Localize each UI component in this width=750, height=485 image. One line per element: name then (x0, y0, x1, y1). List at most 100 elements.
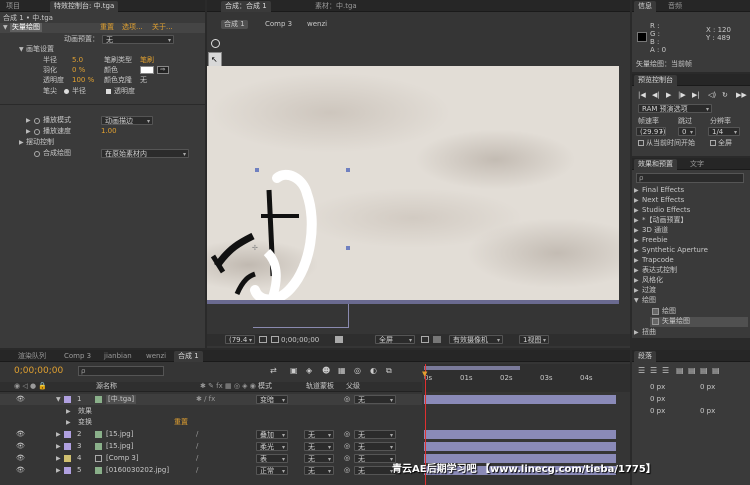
resolution-dropdown[interactable]: 全屏 (375, 335, 415, 345)
effect-expand-icon[interactable]: ▼ (3, 24, 8, 31)
layer-name[interactable]: [15.jpg] (106, 430, 133, 439)
timeline-search-input[interactable]: ρ (78, 366, 164, 376)
align-center-icon[interactable]: ☰ (650, 366, 657, 375)
radius-value[interactable]: 5.0 (72, 56, 83, 65)
graph-editor-icon[interactable]: ⧉ (386, 366, 392, 376)
brush-type-value[interactable]: 笔刷 (140, 56, 154, 65)
visibility-icon[interactable]: 👁 (16, 466, 25, 474)
brainstorm-icon[interactable]: ◐ (370, 366, 377, 375)
eyedropper-icon[interactable]: ⇨ (157, 66, 169, 74)
indent-left-value[interactable]: 0 px (650, 383, 665, 392)
ram-options-dropdown[interactable]: RAM 预演选项 (638, 104, 712, 114)
tab-text[interactable]: 文字 (686, 159, 708, 170)
last-frame-icon[interactable]: ▶| (692, 91, 700, 99)
safe-zones-icon[interactable] (259, 336, 267, 343)
effects-search-input[interactable]: ρ (636, 173, 744, 183)
parent-pickwhip-icon[interactable]: ◎ (344, 430, 350, 438)
timeline-timecode[interactable]: 0;00;00;00 (14, 366, 63, 377)
parent-pickwhip-icon[interactable]: ◎ (344, 466, 350, 474)
label-color-swatch[interactable] (64, 431, 71, 438)
layer-switches[interactable]: / (196, 454, 198, 463)
table-row[interactable]: 👁 ▶ 2 [15.jpg] / 叠加 无 ◎ 无 (0, 429, 422, 440)
transparency-grid-icon[interactable] (433, 336, 441, 343)
playback-speed-value[interactable]: 1.00 (101, 127, 117, 136)
layer-bar[interactable] (424, 454, 616, 463)
skip-dropdown[interactable]: 0 (678, 127, 696, 137)
composite-dropdown[interactable]: 在原始素材内 (101, 149, 189, 159)
col-parent[interactable]: 父级 (346, 382, 360, 391)
effect-reset-link[interactable]: 重置 (100, 23, 114, 32)
layer-mode-dropdown[interactable]: 柔光 (256, 442, 288, 452)
anchor-handle[interactable] (255, 168, 259, 172)
preset-dropdown[interactable]: 无 (102, 35, 174, 45)
layer-trkmat-dropdown[interactable]: 无 (304, 442, 334, 452)
views-dropdown[interactable]: 1视图 (519, 335, 549, 345)
col-mode[interactable]: 模式 (258, 382, 272, 391)
stopwatch-icon[interactable] (34, 118, 40, 124)
layer-name[interactable]: [中.tga] (106, 395, 137, 404)
crumb-comp3[interactable]: Comp 3 (265, 20, 292, 29)
clone-value[interactable]: 无 (140, 76, 147, 85)
time-ruler[interactable]: 0s 01s 02s 03s 04s (424, 364, 630, 392)
next-frame-icon[interactable]: |▶ (678, 91, 686, 99)
composite-stopwatch-icon[interactable] (34, 151, 40, 157)
effects-item-selected[interactable]: 矢量绘图 (650, 317, 748, 327)
layer-name[interactable]: [15.jpg] (106, 442, 133, 451)
fullscreen-checkbox[interactable] (710, 140, 716, 146)
tip-opacity-checkbox[interactable] (106, 89, 111, 94)
visibility-icon[interactable]: 👁 (16, 442, 25, 450)
playback-expand-icon[interactable]: ▶ (26, 117, 31, 124)
tab-effect-controls[interactable]: 特效控制台: 中.tga (50, 1, 119, 12)
draft-3d-icon[interactable]: ◈ (306, 366, 312, 375)
playback-mode-dropdown[interactable]: 动画描边 (101, 116, 153, 126)
layer-parent-dropdown[interactable]: 无 (354, 466, 396, 476)
table-row[interactable]: ▶ 变换 重置 (0, 417, 422, 428)
hide-shy-icon[interactable]: ☻ (322, 366, 330, 375)
anchor-handle[interactable] (346, 168, 350, 172)
comp-target-icon[interactable] (211, 39, 220, 48)
label-color-swatch[interactable] (64, 443, 71, 450)
tab-effects-presets[interactable]: 效果和预置 (634, 159, 677, 170)
live-update-icon[interactable]: ▣ (290, 366, 298, 375)
table-row[interactable]: 👁 ▶ 5 [0160030202.jpg] / 正常 无 ◎ 无 (0, 465, 422, 476)
justify-icon[interactable]: ▤ (676, 366, 684, 375)
tab-comp[interactable]: 合成：合成 1 (221, 1, 271, 12)
space-after-value[interactable]: 0 px (700, 407, 715, 416)
layer-trkmat-dropdown[interactable]: 无 (304, 430, 334, 440)
layer-switches[interactable]: / (196, 442, 198, 451)
tab-jianbian[interactable]: jianbian (100, 351, 136, 362)
zoom-dropdown[interactable]: (79.4 (225, 335, 255, 345)
first-frame-icon[interactable]: |◀ (638, 91, 646, 99)
col-trkmat[interactable]: 轨道蒙板 (306, 382, 334, 391)
anchor-handle[interactable] (346, 246, 350, 250)
speed-expand-icon[interactable]: ▶ (26, 128, 31, 135)
layer-mode-dropdown[interactable]: 叠加 (256, 430, 288, 440)
visibility-icon[interactable]: 👁 (16, 430, 25, 438)
grid-icon[interactable] (271, 336, 279, 343)
layer-mode-dropdown[interactable]: 表 (256, 454, 288, 464)
effect-about-link[interactable]: 关于... (152, 23, 173, 32)
parent-pickwhip-icon[interactable]: ◎ (344, 454, 350, 462)
tab-comp3[interactable]: Comp 3 (60, 351, 95, 362)
indent-right-value[interactable]: 0 px (700, 383, 715, 392)
layer-switches[interactable]: ✱ / fx (196, 395, 215, 404)
camera-dropdown[interactable]: 有效摄像机 (449, 335, 503, 345)
align-right-icon[interactable]: ☰ (662, 366, 669, 375)
layer-mode-dropdown[interactable]: 正常 (256, 466, 288, 476)
effects-expand-icon[interactable]: ▶ (66, 408, 71, 415)
layer-parent-dropdown[interactable]: 无 (354, 442, 396, 452)
camera-snapshot-icon[interactable] (335, 336, 343, 343)
justify-all-icon[interactable]: ▤ (712, 366, 720, 375)
layer-parent-dropdown[interactable]: 无 (354, 430, 396, 440)
tip-radius-radio[interactable] (64, 89, 69, 94)
tab-footage[interactable]: 素材：中.tga (311, 1, 361, 12)
tab-paragraph[interactable]: 段落 (634, 351, 656, 362)
layer-switches[interactable]: / (196, 466, 198, 475)
layer-expand-icon[interactable]: ▶ (56, 455, 61, 462)
layer-expand-icon[interactable]: ▶ (56, 443, 61, 450)
layer-expand-icon[interactable]: ▼ (56, 396, 61, 403)
layer-bar[interactable] (424, 430, 616, 439)
table-row[interactable]: 👁 ▶ 4 [Comp 3] / 表 无 ◎ 无 (0, 453, 422, 464)
visibility-icon[interactable]: 👁 (16, 395, 25, 403)
layer-trkmat-dropdown[interactable]: 无 (304, 454, 334, 464)
